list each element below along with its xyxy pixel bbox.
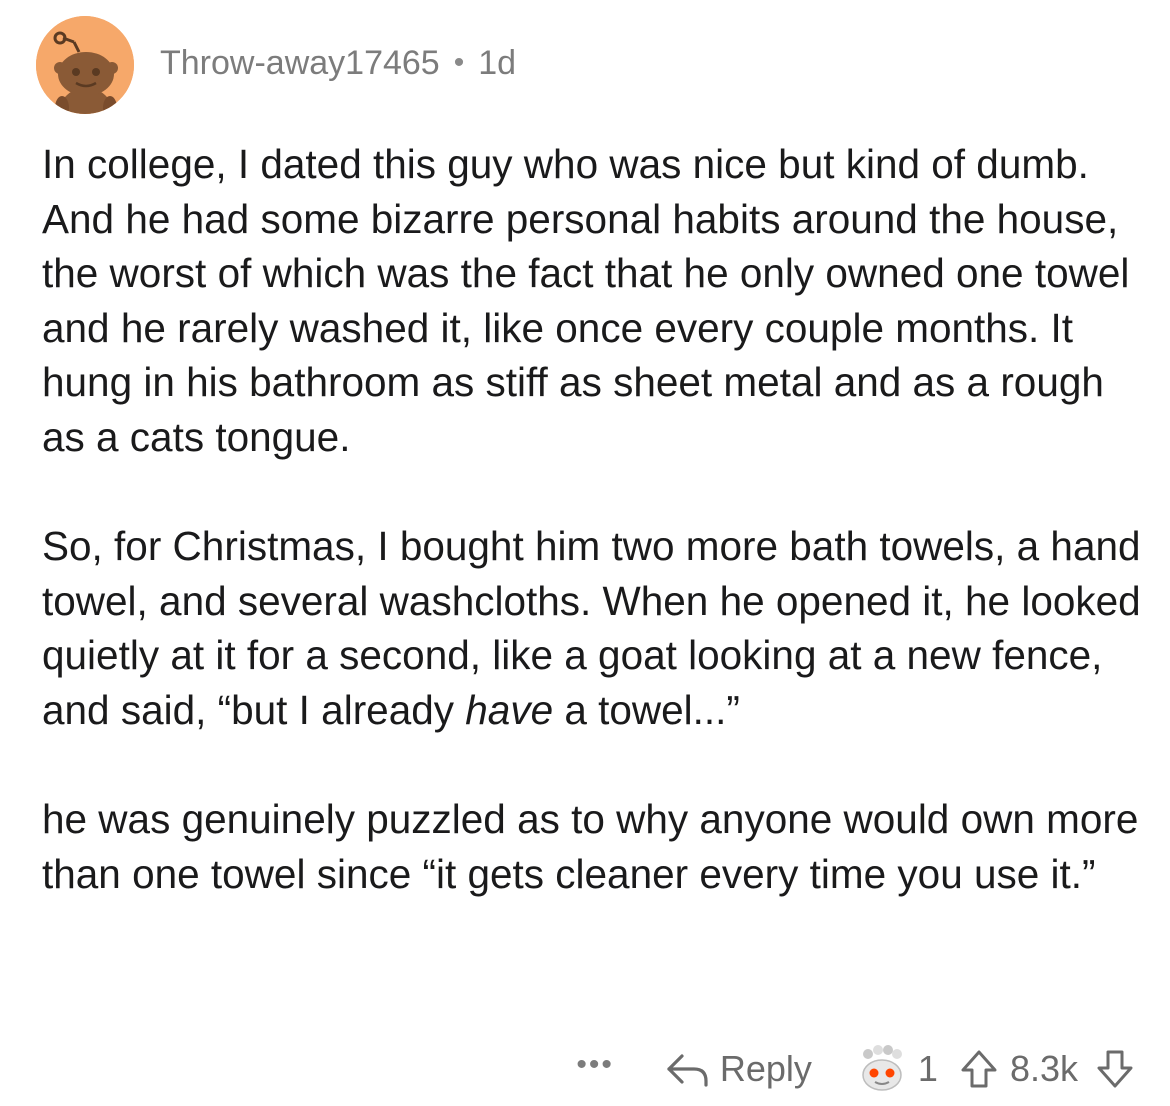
vote-score: 8.3k	[1009, 1048, 1078, 1089]
downvote-arrow-icon[interactable]	[1096, 1049, 1134, 1089]
comment-paragraph-1: In college, I dated this guy who was nic…	[42, 141, 1130, 460]
snoo-avatar-icon	[36, 16, 134, 114]
paragraph-2-emphasis: have	[465, 686, 554, 733]
comment-meta: Throw-away17465 • 1d	[160, 44, 516, 83]
meta-separator: •	[453, 46, 465, 79]
reply-arrow-icon	[667, 1054, 708, 1087]
comment-body: In college, I dated this guy who was nic…	[42, 137, 1147, 901]
vote-controls: 8.3k	[960, 1048, 1134, 1090]
user-avatar[interactable]	[36, 16, 134, 114]
reply-label: Reply	[719, 1048, 812, 1089]
award-icon	[862, 1045, 902, 1091]
comment-header: Throw-away17465 • 1d	[36, 16, 516, 114]
paragraph-2-text-end: a towel...”	[553, 686, 740, 733]
comment-actions: ••• Reply 1 8.3k	[576, 1038, 1134, 1100]
award-badge[interactable]: 1	[858, 1045, 938, 1093]
comment-paragraph-3: he was genuinely puzzled as to why anyon…	[42, 796, 1139, 897]
comment-age: 1d	[478, 43, 517, 82]
upvote-arrow-icon[interactable]	[960, 1049, 998, 1089]
reply-button[interactable]: Reply	[664, 1048, 812, 1090]
username[interactable]: Throw-away17465	[160, 44, 440, 83]
award-count: 1	[917, 1048, 938, 1089]
more-options-button[interactable]: •••	[576, 1048, 614, 1082]
comment-paragraph-2: So, for Christmas, I bought him two more…	[42, 519, 1147, 737]
